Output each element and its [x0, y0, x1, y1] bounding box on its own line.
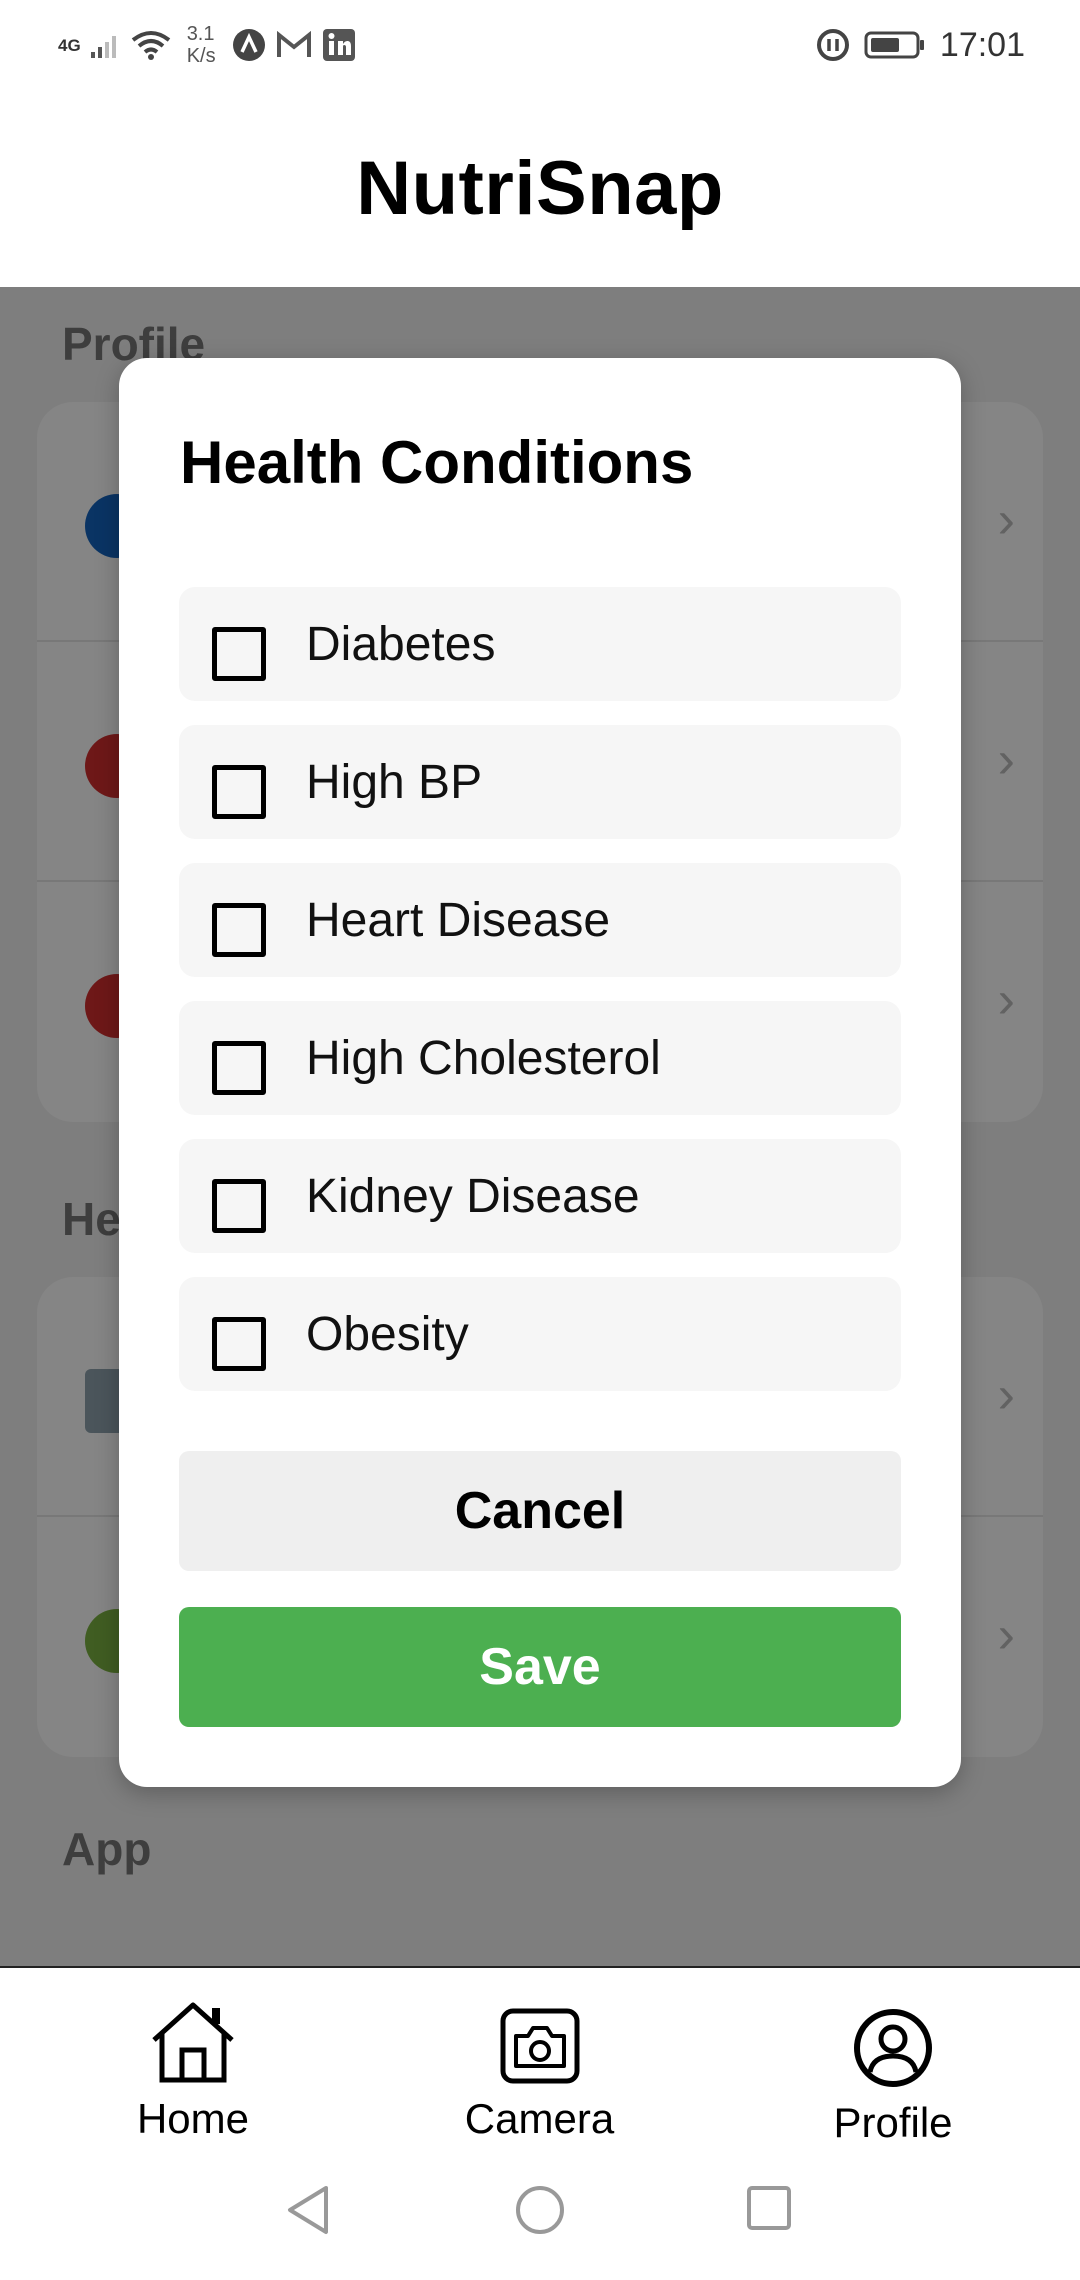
tab-label: Home [136, 2095, 250, 2142]
checkbox[interactable] [212, 1041, 266, 1095]
recents-icon[interactable] [745, 2184, 793, 2237]
cancel-button[interactable]: Cancel [179, 1451, 901, 1571]
network-type: 4G [58, 35, 81, 55]
camera-icon [500, 2008, 580, 2089]
condition-option-obesity[interactable]: Obesity [179, 1277, 901, 1391]
health-conditions-dialog: Health Conditions Diabetes High BP Heart… [119, 358, 961, 1787]
dialog-title: Health Conditions [180, 429, 694, 496]
signal-icon [90, 32, 121, 58]
tab-profile[interactable]: Profile [808, 1968, 978, 2146]
condition-label: Kidney Disease [306, 1170, 640, 1223]
condition-option-heart-disease[interactable]: Heart Disease [179, 863, 901, 977]
condition-option-kidney-disease[interactable]: Kidney Disease [179, 1139, 901, 1253]
status-bar: 4G 3.1 K/s 17:01 [0, 0, 1080, 90]
network-speed: 3.1 K/s [187, 23, 216, 67]
condition-label: Obesity [306, 1308, 469, 1361]
tab-camera[interactable]: Camera [452, 1968, 627, 2146]
app-title: NutriSnap [356, 146, 724, 231]
bottom-tab-bar: Home Camera Profile [0, 1966, 1080, 2146]
battery-icon [864, 30, 926, 60]
profile-icon [853, 2008, 933, 2093]
speed-value: 3.1 [186, 23, 215, 45]
checkbox[interactable] [212, 627, 266, 681]
back-icon[interactable] [284, 2184, 332, 2241]
condition-option-high-cholesterol[interactable]: High Cholesterol [179, 1001, 901, 1115]
app-header: NutriSnap [0, 90, 1080, 287]
gmail-icon [276, 31, 312, 59]
condition-label: Heart Disease [306, 894, 611, 947]
condition-label: Diabetes [306, 618, 496, 671]
data-saver-icon [816, 28, 850, 62]
wifi-icon [131, 30, 171, 60]
tab-label: Camera [464, 2095, 615, 2142]
checkbox[interactable] [212, 903, 266, 957]
clock: 17:01 [939, 25, 1025, 64]
condition-label: High BP [306, 756, 483, 809]
tab-label: Profile [833, 2099, 953, 2146]
linkedin-icon [322, 28, 356, 62]
speed-unit: K/s [186, 45, 216, 67]
home-icon [148, 2000, 238, 2089]
tab-home[interactable]: Home [108, 1968, 278, 2146]
checkbox[interactable] [212, 1179, 266, 1233]
condition-option-high-bp[interactable]: High BP [179, 725, 901, 839]
app-notification-icon [232, 28, 266, 62]
condition-label: High Cholesterol [306, 1032, 661, 1085]
save-button[interactable]: Save [179, 1607, 901, 1727]
checkbox[interactable] [212, 1317, 266, 1371]
home-circle-icon[interactable] [514, 2184, 566, 2241]
system-navigation-bar [0, 2144, 1080, 2280]
condition-option-diabetes[interactable]: Diabetes [179, 587, 901, 701]
checkbox[interactable] [212, 765, 266, 819]
